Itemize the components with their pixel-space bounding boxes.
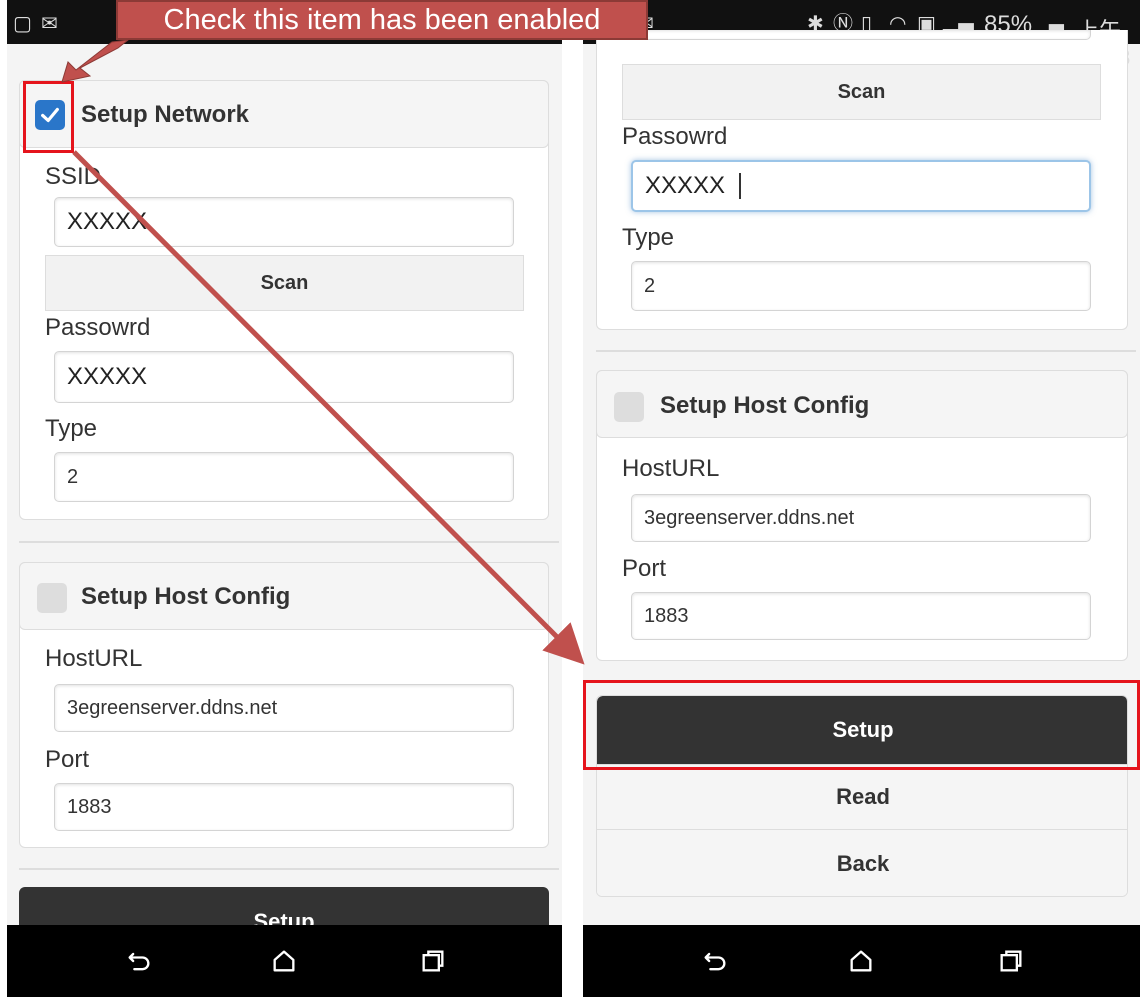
checkbox-highlight-box	[23, 81, 74, 153]
ssid-input[interactable]: XXXXX	[54, 197, 514, 247]
right-phone-screenshot: ✉ ✱ Ⓝ ▯ ◠ ▣ ▂▄ 85% ▬ 上午11:58 Scan Passow…	[583, 0, 1140, 997]
hosturl-label: HostURL	[622, 455, 720, 482]
setup-button-highlight-box	[583, 680, 1140, 770]
home-icon[interactable]	[839, 939, 883, 983]
host-panel: Setup Host Config HostURL 3egreenserver.…	[19, 562, 549, 848]
password-label: Passowrd	[45, 314, 151, 341]
password-value: XXXXX	[645, 172, 726, 199]
host-panel: Setup Host Config HostURL 3egreenserver.…	[596, 370, 1128, 661]
back-button[interactable]: Back	[597, 830, 1127, 896]
type-label: Type	[622, 224, 675, 251]
network-panel-continued: Scan Passowrd XXXXX Type 2	[596, 30, 1128, 330]
android-nav-bar	[583, 925, 1140, 997]
port-input[interactable]: 1883	[54, 783, 514, 831]
type-label: Type	[45, 415, 98, 442]
host-title: Setup Host Config	[660, 392, 870, 419]
scan-button[interactable]: Scan	[45, 255, 524, 311]
left-phone-screenshot: ▢ ✉ Setup Network SSID XXXXX Scan Passow…	[7, 0, 562, 997]
text-caret	[739, 173, 742, 199]
hosturl-label: HostURL	[45, 645, 143, 672]
host-checkbox[interactable]	[614, 392, 644, 422]
host-checkbox[interactable]	[37, 583, 67, 613]
network-title: Setup Network	[81, 101, 250, 128]
password-input[interactable]: XXXXX	[54, 351, 514, 403]
home-icon[interactable]	[262, 939, 306, 983]
network-panel-header[interactable]: Setup Network	[19, 80, 549, 148]
port-label: Port	[622, 555, 667, 582]
password-input[interactable]: XXXXX	[631, 160, 1091, 212]
port-input[interactable]: 1883	[631, 592, 1091, 640]
annotation-callout: Check this item has been enabled	[116, 0, 648, 40]
recent-apps-icon[interactable]	[989, 939, 1033, 983]
recent-apps-icon[interactable]	[411, 939, 455, 983]
android-nav-bar	[7, 925, 562, 997]
mail-icon: ✉	[41, 11, 58, 35]
host-panel-header[interactable]: Setup Host Config	[19, 562, 549, 630]
ssid-label: SSID	[45, 163, 102, 190]
hosturl-input[interactable]: 3egreenserver.ddns.net	[631, 494, 1091, 542]
host-title: Setup Host Config	[81, 583, 291, 610]
divider	[596, 350, 1136, 352]
host-panel-header[interactable]: Setup Host Config	[596, 370, 1128, 438]
read-button[interactable]: Read	[597, 764, 1127, 830]
hosturl-input[interactable]: 3egreenserver.ddns.net	[54, 684, 514, 732]
password-label: Passowrd	[622, 123, 728, 150]
port-label: Port	[45, 746, 90, 773]
ssid-input-edge[interactable]	[631, 30, 1091, 40]
type-input[interactable]: 2	[54, 452, 514, 502]
screen-mirror-icon: ▢	[13, 11, 32, 35]
scan-button[interactable]: Scan	[622, 64, 1101, 120]
divider	[19, 868, 559, 870]
back-arrow-icon[interactable]	[117, 939, 161, 983]
type-input[interactable]: 2	[631, 261, 1091, 311]
back-arrow-icon[interactable]	[693, 939, 737, 983]
network-panel: Setup Network SSID XXXXX Scan Passowrd X…	[19, 80, 549, 520]
divider	[19, 541, 559, 543]
